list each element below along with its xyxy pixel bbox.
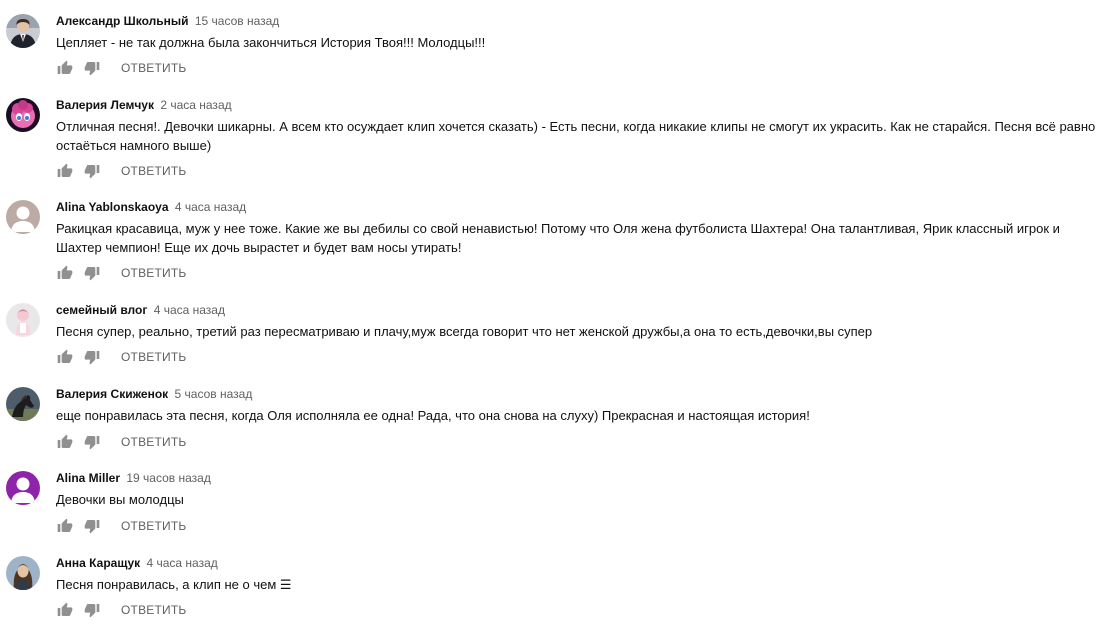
like-button[interactable] bbox=[56, 348, 74, 366]
comment-text: Девочки вы молодцы bbox=[56, 492, 184, 507]
thumb-up-icon bbox=[57, 349, 73, 363]
comment-text: Ракицкая красавица, муж у нее тоже. Каки… bbox=[56, 221, 1060, 255]
reply-button[interactable]: ОТВЕТИТЬ bbox=[121, 264, 186, 282]
comment-text: Отличная песня!. Девочки шикарны. А всем… bbox=[56, 119, 1096, 153]
dislike-button[interactable] bbox=[83, 162, 101, 180]
comments-section: Александр Школьный 15 часов назад Цепляе… bbox=[0, 0, 1112, 626]
thumb-down-icon bbox=[84, 604, 100, 618]
like-button[interactable] bbox=[56, 59, 74, 77]
like-button[interactable] bbox=[56, 433, 74, 451]
like-button[interactable] bbox=[56, 162, 74, 180]
comment-body: Alina Miller 19 часов назад Девочки вы м… bbox=[56, 471, 1096, 534]
comment-actions: ОТВЕТИТЬ bbox=[56, 601, 186, 619]
comment-author[interactable]: Валерия Лемчук bbox=[56, 98, 154, 112]
avatar[interactable] bbox=[6, 303, 40, 337]
reply-button[interactable]: ОТВЕТИТЬ bbox=[121, 348, 186, 366]
thumb-up-icon bbox=[57, 265, 73, 279]
comment-timestamp[interactable]: 4 часа назад bbox=[175, 200, 246, 214]
comment-header: Валерия Лемчук 2 часа назад bbox=[56, 98, 1096, 113]
comment-author[interactable]: Анна Каращук bbox=[56, 556, 140, 570]
comment-actions: ОТВЕТИТЬ bbox=[56, 59, 186, 77]
comment-text: Цепляет - не так должна была закончиться… bbox=[56, 35, 486, 50]
man-in-suit-avatar-icon bbox=[6, 14, 40, 48]
avatar[interactable] bbox=[6, 200, 40, 234]
comment-header: Alina Yablonskaoya 4 часа назад bbox=[56, 200, 1096, 215]
comment-author[interactable]: Александр Школьный bbox=[56, 14, 189, 28]
thumb-down-icon bbox=[84, 165, 100, 179]
comment-body: Валерия Лемчук 2 часа назад Отличная пес… bbox=[56, 98, 1096, 179]
avatar[interactable] bbox=[6, 471, 40, 505]
reply-button[interactable]: ОТВЕТИТЬ bbox=[121, 162, 186, 180]
avatar[interactable] bbox=[6, 14, 40, 48]
thumb-up-icon bbox=[57, 163, 73, 177]
comment-body: Анна Каращук 4 часа назад Песня понравил… bbox=[56, 556, 1096, 618]
dislike-button[interactable] bbox=[83, 601, 101, 619]
comment-author[interactable]: Валерия Скиженок bbox=[56, 387, 168, 401]
dislike-button[interactable] bbox=[83, 517, 101, 535]
purple-letter-avatar-icon bbox=[6, 471, 40, 505]
comment-timestamp[interactable]: 15 часов назад bbox=[195, 14, 279, 28]
comment-header: Валерия Скиженок 5 часов назад bbox=[56, 387, 1096, 402]
comment-timestamp[interactable]: 4 часа назад bbox=[146, 556, 217, 570]
dislike-button[interactable] bbox=[83, 59, 101, 77]
avatar[interactable] bbox=[6, 387, 40, 421]
comment-author[interactable]: Alina Yablonskaoya bbox=[56, 200, 169, 214]
comment-timestamp[interactable]: 5 часов назад bbox=[175, 387, 253, 401]
reply-button[interactable]: ОТВЕТИТЬ bbox=[121, 601, 186, 619]
dislike-button[interactable] bbox=[83, 348, 101, 366]
like-button[interactable] bbox=[56, 601, 74, 619]
reply-button[interactable]: ОТВЕТИТЬ bbox=[121, 59, 186, 77]
thumb-down-icon bbox=[84, 351, 100, 365]
comment-actions: ОТВЕТИТЬ bbox=[56, 162, 186, 180]
comment-text: Песня понравилась, а клип не о чем ☰ bbox=[56, 577, 292, 592]
comment-actions: ОТВЕТИТЬ bbox=[56, 517, 186, 535]
comment-header: семейный влог 4 часа назад bbox=[56, 303, 1096, 318]
thumb-up-icon bbox=[57, 518, 73, 532]
comment-author[interactable]: семейный влог bbox=[56, 303, 147, 317]
thumb-up-icon bbox=[57, 60, 73, 74]
comment-body: семейный влог 4 часа назад Песня супер, … bbox=[56, 303, 1096, 365]
comment-timestamp[interactable]: 4 часа назад bbox=[154, 303, 225, 317]
comment-actions: ОТВЕТИТЬ bbox=[56, 348, 186, 366]
comment-body: Валерия Скиженок 5 часов назад еще понра… bbox=[56, 387, 1096, 450]
dislike-button[interactable] bbox=[83, 433, 101, 451]
comment-actions: ОТВЕТИТЬ bbox=[56, 433, 186, 451]
comment-timestamp[interactable]: 19 часов назад bbox=[126, 471, 210, 485]
toy-figure-avatar-icon bbox=[6, 303, 40, 337]
thumb-down-icon bbox=[84, 436, 100, 450]
dark-horse-avatar-icon bbox=[6, 387, 40, 421]
avatar[interactable] bbox=[6, 556, 40, 590]
like-button[interactable] bbox=[56, 517, 74, 535]
reply-button[interactable]: ОТВЕТИТЬ bbox=[121, 517, 186, 535]
thumb-down-icon bbox=[84, 520, 100, 534]
dislike-button[interactable] bbox=[83, 264, 101, 282]
thumb-down-icon bbox=[84, 267, 100, 281]
comment-author[interactable]: Alina Miller bbox=[56, 471, 120, 485]
thumb-down-icon bbox=[84, 62, 100, 76]
comment-body: Alina Yablonskaoya 4 часа назад Ракицкая… bbox=[56, 200, 1096, 281]
like-button[interactable] bbox=[56, 264, 74, 282]
comment-body: Александр Школьный 15 часов назад Цепляе… bbox=[56, 14, 1096, 76]
reply-button[interactable]: ОТВЕТИТЬ bbox=[121, 433, 186, 451]
comment-header: Alina Miller 19 часов назад bbox=[56, 471, 1096, 486]
avatar[interactable] bbox=[6, 98, 40, 132]
comment-text: еще понравилась эта песня, когда Оля исп… bbox=[56, 408, 810, 423]
thumb-up-icon bbox=[57, 434, 73, 448]
woman-photo-avatar-icon bbox=[6, 556, 40, 590]
comment-text: Песня супер, реально, третий раз пересма… bbox=[56, 324, 873, 339]
comment-actions: ОТВЕТИТЬ bbox=[56, 264, 186, 282]
pink-pony-avatar-icon bbox=[6, 98, 40, 132]
thumb-up-icon bbox=[57, 602, 73, 616]
comment-header: Александр Школьный 15 часов назад bbox=[56, 14, 1096, 29]
default-avatar-icon bbox=[6, 200, 40, 234]
comment-header: Анна Каращук 4 часа назад bbox=[56, 556, 1096, 571]
comment-timestamp[interactable]: 2 часа назад bbox=[160, 98, 231, 112]
